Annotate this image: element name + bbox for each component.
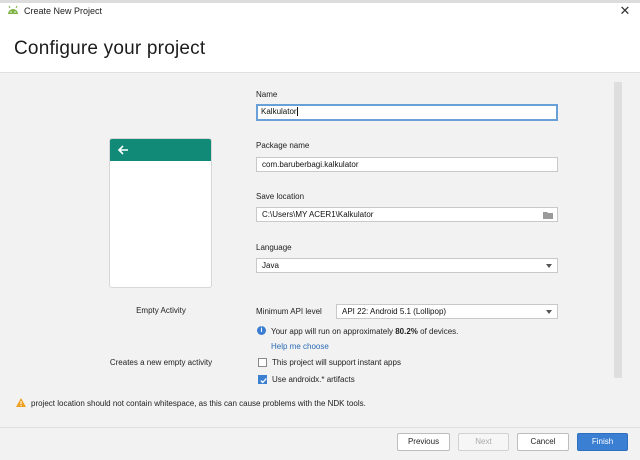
save-location-label: Save location	[256, 192, 305, 201]
warning-message: project location should not contain whit…	[31, 399, 366, 408]
androidx-label: Use androidx.* artifacts	[272, 375, 355, 384]
template-name: Empty Activity	[136, 306, 186, 315]
save-location-value: C:\Users\MY ACER1\Kalkulator	[262, 210, 374, 219]
coverage-prefix: Your app will run on approximately	[271, 327, 396, 336]
instant-apps-label: This project will support instant apps	[272, 358, 401, 367]
previous-button[interactable]: Previous	[397, 433, 450, 451]
cancel-button[interactable]: Cancel	[517, 433, 569, 451]
min-api-dropdown[interactable]: API 22: Android 5.1 (Lollipop)	[336, 304, 558, 319]
folder-icon[interactable]	[543, 211, 553, 219]
template-preview-card	[109, 138, 212, 288]
warning-icon	[16, 398, 26, 407]
text-caret	[296, 107, 298, 117]
coverage-percent: 80.2%	[395, 327, 418, 336]
page-title: Configure your project	[14, 38, 206, 59]
save-location-field[interactable]: C:\Users\MY ACER1\Kalkulator	[256, 207, 558, 222]
androidx-checkbox[interactable]	[258, 375, 267, 384]
package-name-label: Package name	[256, 141, 310, 150]
chevron-down-icon	[546, 310, 552, 314]
min-api-value: API 22: Android 5.1 (Lollipop)	[342, 307, 447, 316]
close-icon[interactable]: ✕	[617, 3, 633, 19]
language-dropdown[interactable]: Java	[256, 258, 558, 273]
scrollbar[interactable]	[614, 82, 622, 378]
name-field[interactable]: Kalkulator	[256, 104, 558, 121]
coverage-suffix: of devices.	[417, 327, 459, 336]
package-name-field[interactable]: com.baruberbagi.kalkulator	[256, 157, 558, 172]
name-label: Name	[256, 90, 278, 99]
next-button[interactable]: Next	[458, 433, 509, 451]
back-arrow-icon	[117, 145, 128, 155]
chevron-down-icon	[546, 264, 552, 268]
info-icon: i	[257, 326, 266, 335]
window-top-edge	[0, 0, 640, 3]
check-icon	[260, 378, 267, 384]
device-coverage-text: Your app will run on approximately 80.2%…	[271, 327, 458, 336]
android-studio-icon	[8, 5, 18, 14]
finish-button[interactable]: Finish	[577, 433, 628, 451]
min-api-label: Minimum API level	[256, 307, 322, 316]
package-name-value: com.baruberbagi.kalkulator	[262, 160, 359, 169]
instant-apps-checkbox[interactable]	[258, 358, 267, 367]
name-value: Kalkulator	[261, 107, 297, 116]
template-description: Creates a new empty activity	[109, 358, 213, 367]
help-me-choose-link[interactable]: Help me choose	[271, 342, 329, 351]
language-label: Language	[256, 243, 292, 252]
language-value: Java	[262, 261, 279, 270]
window-title: Create New Project	[24, 6, 103, 16]
